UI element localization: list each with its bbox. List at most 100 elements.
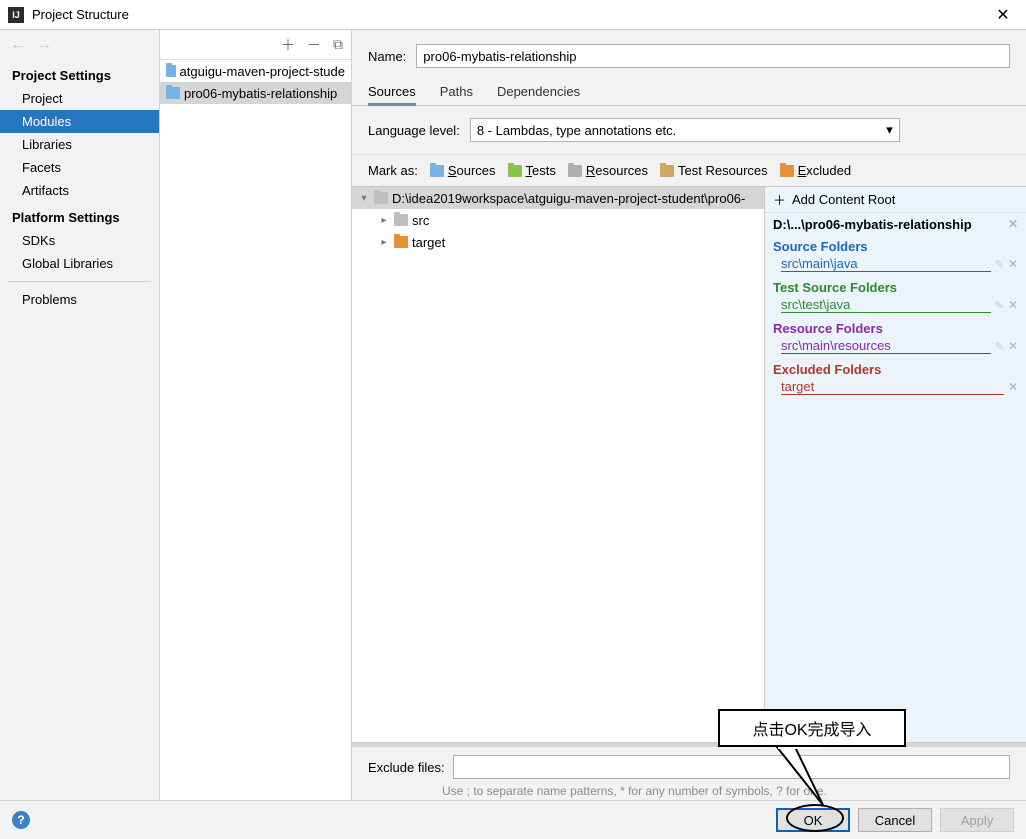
language-level-row: Language level: 8 - Lambdas, type annota… — [352, 106, 1026, 155]
nav-item-problems[interactable]: Problems — [0, 288, 159, 311]
excluded-folder-label: target — [781, 379, 1004, 395]
remove-icon[interactable]: ✕ — [1008, 339, 1018, 353]
tree-row-label: src — [412, 213, 429, 228]
folder-icon — [394, 236, 408, 248]
left-nav: ← → Project Settings Project Modules Lib… — [0, 30, 160, 800]
remove-icon[interactable]: ✕ — [1008, 257, 1018, 271]
help-icon[interactable]: ? — [12, 811, 30, 829]
caret-down-icon[interactable]: ▾ — [358, 193, 370, 204]
module-toolbar: ＋ － ⧉ — [160, 30, 351, 60]
name-label: Name: — [368, 49, 406, 64]
cancel-button[interactable]: Cancel — [858, 808, 932, 832]
test-folders-header: Test Source Folders — [765, 276, 1026, 297]
resource-folders-header: Resource Folders — [765, 317, 1026, 338]
main-content: ← → Project Settings Project Modules Lib… — [0, 30, 1026, 800]
nav-item-artifacts[interactable]: Artifacts — [0, 179, 159, 202]
forward-arrow-icon[interactable]: → — [36, 36, 52, 54]
exclude-files-hint: Use ; to separate name patterns, * for a… — [352, 779, 1026, 800]
edit-icon[interactable]: ✎ — [995, 258, 1004, 271]
chevron-down-icon: ▾ — [886, 122, 893, 138]
remove-content-root-icon[interactable]: ✕ — [1008, 217, 1018, 231]
mark-test-resources-label: Test Resources — [678, 163, 768, 178]
nav-item-project[interactable]: Project — [0, 87, 159, 110]
tab-paths[interactable]: Paths — [440, 78, 473, 105]
edit-icon[interactable]: ✎ — [995, 340, 1004, 353]
tab-dependencies[interactable]: Dependencies — [497, 78, 580, 105]
mark-as-label: Mark as: — [368, 163, 418, 178]
caret-right-icon[interactable]: ▸ — [378, 237, 390, 248]
module-item-label: pro06-mybatis-relationship — [184, 86, 337, 101]
close-icon[interactable]: ✕ — [988, 5, 1018, 25]
mark-as-row: Mark as: Sources Tests Resources Test Re… — [352, 155, 1026, 186]
section-platform-settings: Platform Settings — [0, 202, 159, 229]
language-level-value: 8 - Lambdas, type annotations etc. — [477, 123, 676, 138]
add-module-icon[interactable]: ＋ — [281, 35, 295, 55]
remove-icon[interactable]: ✕ — [1008, 298, 1018, 312]
content-roots-pane: ＋ Add Content Root D:\...\pro06-mybatis-… — [764, 186, 1026, 743]
tests-folder-icon — [508, 165, 522, 177]
nav-divider — [8, 281, 151, 282]
module-item[interactable]: atguigu-maven-project-stude — [160, 60, 351, 82]
apply-button: Apply — [940, 808, 1014, 832]
module-detail-pane: Name: Sources Paths Dependencies Languag… — [352, 30, 1026, 800]
caret-right-icon[interactable]: ▸ — [378, 215, 390, 226]
tree-root-row[interactable]: ▾ D:\idea2019workspace\atguigu-maven-pro… — [352, 187, 764, 209]
nav-item-global-libraries[interactable]: Global Libraries — [0, 252, 159, 275]
add-content-root[interactable]: ＋ Add Content Root — [765, 187, 1026, 213]
test-resources-folder-icon — [660, 165, 674, 177]
exclude-files-row: Exclude files: — [352, 747, 1026, 779]
mark-test-resources[interactable]: Test Resources — [660, 163, 768, 178]
remove-icon[interactable]: ✕ — [1008, 380, 1018, 394]
resource-folder-row[interactable]: src\main\resources ✎ ✕ — [765, 338, 1026, 358]
bottom-bar: ? OK Cancel Apply — [0, 800, 1026, 839]
content-tree: ▾ D:\idea2019workspace\atguigu-maven-pro… — [352, 186, 764, 743]
nav-item-libraries[interactable]: Libraries — [0, 133, 159, 156]
plus-icon: ＋ — [773, 190, 786, 209]
copy-module-icon[interactable]: ⧉ — [333, 36, 343, 53]
tree-row-label: target — [412, 235, 445, 250]
titlebar: IJ Project Structure ✕ — [0, 0, 1026, 30]
window-title: Project Structure — [32, 7, 988, 22]
mark-sources[interactable]: Sources — [430, 163, 496, 178]
source-folder-row[interactable]: src\main\java ✎ ✕ — [765, 256, 1026, 276]
back-arrow-icon[interactable]: ← — [10, 36, 26, 54]
sources-folder-icon — [430, 165, 444, 177]
remove-module-icon[interactable]: － — [307, 35, 321, 55]
tree-row[interactable]: ▸ src — [352, 209, 764, 231]
mark-resources[interactable]: Resources — [568, 163, 648, 178]
tree-root-label: D:\idea2019workspace\atguigu-maven-proje… — [392, 191, 745, 206]
resource-folder-label: src\main\resources — [781, 338, 991, 354]
folder-icon — [374, 192, 388, 204]
language-level-select[interactable]: 8 - Lambdas, type annotations etc. ▾ — [470, 118, 900, 142]
nav-item-sdks[interactable]: SDKs — [0, 229, 159, 252]
module-tabs: Sources Paths Dependencies — [352, 78, 1026, 106]
module-name-input[interactable] — [416, 44, 1010, 68]
excluded-folders-header: Excluded Folders — [765, 358, 1026, 379]
tab-sources[interactable]: Sources — [368, 78, 416, 105]
content-root-path[interactable]: D:\...\pro06-mybatis-relationship ✕ — [765, 213, 1026, 235]
nav-item-facets[interactable]: Facets — [0, 156, 159, 179]
module-list-pane: ＋ － ⧉ atguigu-maven-project-stude pro06-… — [160, 30, 352, 800]
source-folders-header: Source Folders — [765, 235, 1026, 256]
tree-row[interactable]: ▸ target — [352, 231, 764, 253]
module-folder-icon — [166, 87, 180, 99]
excluded-folder-icon — [780, 165, 794, 177]
mark-excluded[interactable]: Excluded — [780, 163, 851, 178]
test-folder-row[interactable]: src\test\java ✎ ✕ — [765, 297, 1026, 317]
folder-icon — [394, 214, 408, 226]
resources-folder-icon — [568, 165, 582, 177]
section-project-settings: Project Settings — [0, 60, 159, 87]
excluded-folder-row[interactable]: target ✕ — [765, 379, 1026, 399]
edit-icon[interactable]: ✎ — [995, 299, 1004, 312]
nav-item-modules[interactable]: Modules — [0, 110, 159, 133]
app-icon: IJ — [8, 7, 24, 23]
module-item[interactable]: pro06-mybatis-relationship — [160, 82, 351, 104]
sources-body: ▾ D:\idea2019workspace\atguigu-maven-pro… — [352, 186, 1026, 743]
module-item-label: atguigu-maven-project-stude — [180, 64, 345, 79]
test-folder-label: src\test\java — [781, 297, 991, 313]
content-root-path-label: D:\...\pro06-mybatis-relationship — [773, 217, 972, 232]
exclude-files-label: Exclude files: — [368, 760, 445, 775]
exclude-files-input[interactable] — [453, 755, 1010, 779]
mark-tests[interactable]: Tests — [508, 163, 556, 178]
annotation-callout: 点击OK完成导入 — [718, 709, 906, 747]
